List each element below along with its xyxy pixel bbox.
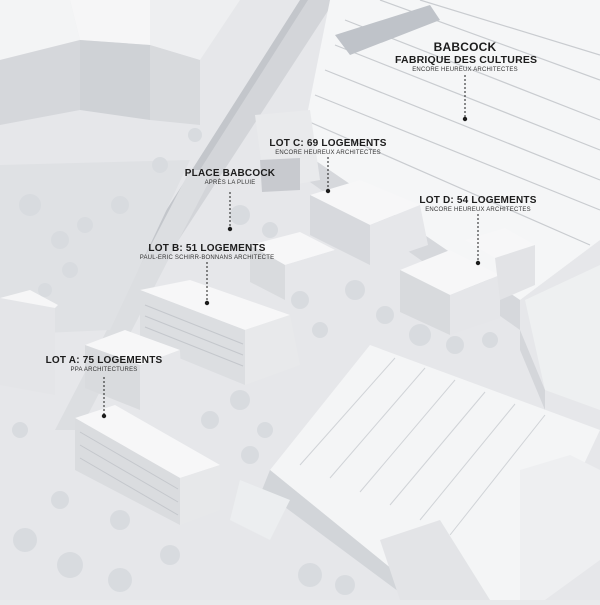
lot-d-label: LOT D: 54 LOGEMENTS ENCORE HEUREUX ARCHI… [413, 195, 543, 213]
babcock-subtitle: FABRIQUE DES CULTURES [395, 54, 538, 66]
lot-d-title: LOT D: 54 LOGEMENTS [419, 195, 537, 206]
lot-c-label: LOT C: 69 LOGEMENTS ENCORE HEUREUX ARCHI… [263, 138, 393, 156]
lot-c-title: LOT C: 69 LOGEMENTS [269, 138, 387, 149]
lot-b-architect: PAUL-ERIC SCHIRR-BONNANS ARCHITECTE [139, 255, 275, 261]
place-title: PLACE BABCOCK [184, 168, 276, 179]
site-model-drawing [0, 0, 600, 600]
babcock-label: BABCOCK FABRIQUE DES CULTURES ENCORE HEU… [395, 40, 538, 73]
babcock-title: BABCOCK [433, 40, 497, 54]
lot-b-title: LOT B: 51 LOGEMENTS [148, 243, 266, 254]
place-babcock-label: PLACE BABCOCK APRÈS LA PLUIE [165, 168, 295, 186]
lot-a-title: LOT A: 75 LOGEMENTS [45, 355, 163, 366]
lot-d-architect: ENCORE HEUREUX ARCHITECTES [425, 207, 531, 213]
lot-a-architect: PPA ARCHITECTURES [70, 367, 138, 373]
lot-a-label: LOT A: 75 LOGEMENTS PPA ARCHITECTURES [44, 355, 164, 373]
building-left-wall [0, 298, 55, 395]
babcock-architect: ENCORE HEUREUX ARCHITECTES [412, 67, 518, 73]
lot-b-label: LOT B: 51 LOGEMENTS PAUL-ERIC SCHIRR-BON… [137, 243, 277, 261]
building-top-wall-2 [80, 40, 150, 120]
lot-c-architect: ENCORE HEUREUX ARCHITECTES [275, 150, 381, 156]
axonometric-site-render: BABCOCK FABRIQUE DES CULTURES ENCORE HEU… [0, 0, 600, 600]
place-subtitle: APRÈS LA PLUIE [204, 180, 256, 186]
